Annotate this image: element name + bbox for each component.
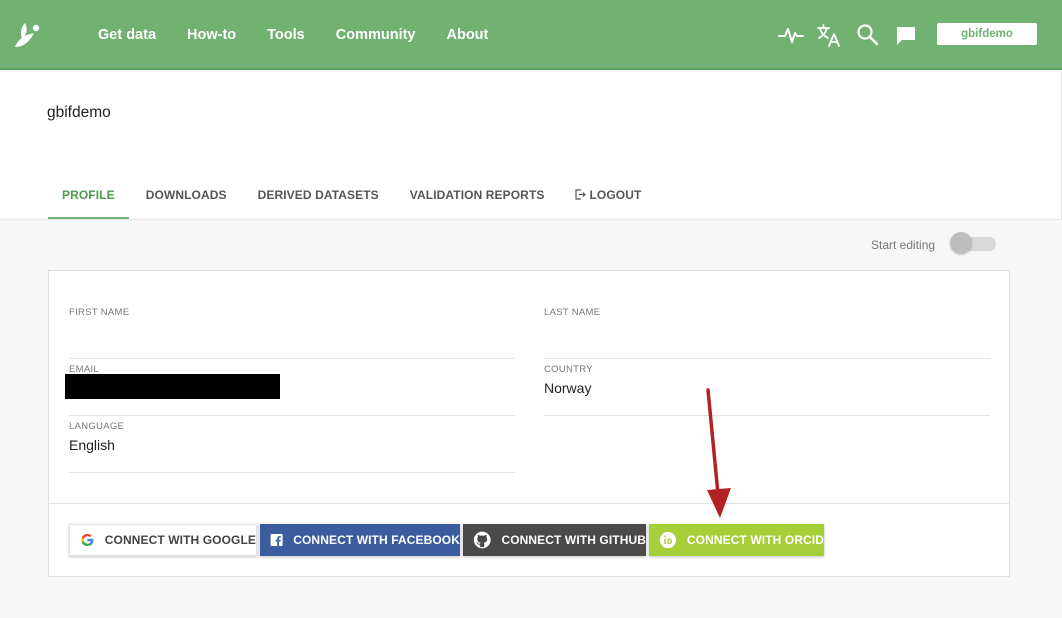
profile-header: gbifdemo PROFILE DOWNLOADS DERIVED DATAS… (0, 72, 1062, 220)
activity-icon[interactable] (778, 22, 804, 48)
gbif-leaf-logo-icon[interactable] (12, 21, 42, 51)
nav-how-to[interactable]: How-to (187, 27, 236, 43)
first-name-label: FIRST NAME (69, 307, 130, 318)
tab-profile[interactable]: PROFILE (48, 180, 129, 219)
toggle-knob (950, 232, 972, 254)
connect-github-label: CONNECT WITH GITHUB (501, 533, 646, 547)
logout-icon (575, 189, 587, 200)
last-name-label: LAST NAME (544, 307, 601, 318)
country-field[interactable]: COUNTRY Norway (544, 364, 990, 416)
country-label: COUNTRY (544, 364, 593, 375)
profile-card: FIRST NAME LAST NAME EMAIL COUNTRY Norwa… (48, 270, 1010, 577)
google-icon (81, 533, 94, 547)
language-value: English (69, 437, 115, 453)
main-nav: Get data How-to Tools Community About (98, 0, 519, 70)
card-divider (49, 503, 1009, 504)
tab-validation-reports[interactable]: VALIDATION REPORTS (396, 180, 559, 219)
connect-facebook-label: CONNECT WITH FACEBOOK (293, 533, 460, 547)
connect-github-button[interactable]: CONNECT WITH GITHUB (463, 524, 646, 556)
feedback-icon[interactable] (893, 22, 919, 48)
language-field[interactable]: LANGUAGE English (69, 421, 515, 473)
user-menu-button[interactable]: gbifdemo (937, 23, 1037, 45)
nav-get-data[interactable]: Get data (98, 27, 156, 43)
profile-tabs: PROFILE DOWNLOADS DERIVED DATASETS VALID… (48, 180, 655, 219)
search-icon[interactable] (855, 22, 881, 48)
github-icon (473, 531, 491, 549)
facebook-icon (270, 533, 283, 547)
connect-google-button[interactable]: CONNECT WITH GOOGLE (69, 524, 257, 556)
email-field[interactable]: EMAIL (65, 364, 515, 416)
start-editing-toggle[interactable] (950, 232, 996, 254)
start-editing-label: Start editing (871, 238, 936, 252)
nav-community[interactable]: Community (336, 27, 416, 43)
tab-logout[interactable]: LOGOUT (561, 180, 655, 219)
first-name-field[interactable]: FIRST NAME (69, 307, 515, 359)
profile-username: gbifdemo (47, 104, 111, 121)
country-value: Norway (544, 380, 592, 396)
tab-downloads[interactable]: DOWNLOADS (132, 180, 241, 219)
orcid-icon (659, 531, 677, 549)
email-redacted-block (65, 374, 280, 399)
language-label: LANGUAGE (69, 421, 125, 432)
connect-orcid-label: CONNECT WITH ORCID (686, 533, 824, 547)
nav-about[interactable]: About (446, 27, 488, 43)
tab-logout-label: LOGOUT (589, 188, 642, 202)
annotation-arrow-icon (706, 388, 731, 518)
translate-icon[interactable] (816, 22, 842, 48)
tab-derived-datasets[interactable]: DERIVED DATASETS (244, 180, 393, 219)
connect-google-label: CONNECT WITH GOOGLE (104, 533, 256, 547)
top-navigation-bar: Get data How-to Tools Community About gb… (0, 0, 1062, 70)
last-name-field[interactable]: LAST NAME (544, 307, 990, 359)
connect-facebook-button[interactable]: CONNECT WITH FACEBOOK (260, 524, 460, 556)
nav-tools[interactable]: Tools (267, 27, 305, 43)
connect-orcid-button[interactable]: CONNECT WITH ORCID (649, 524, 824, 556)
